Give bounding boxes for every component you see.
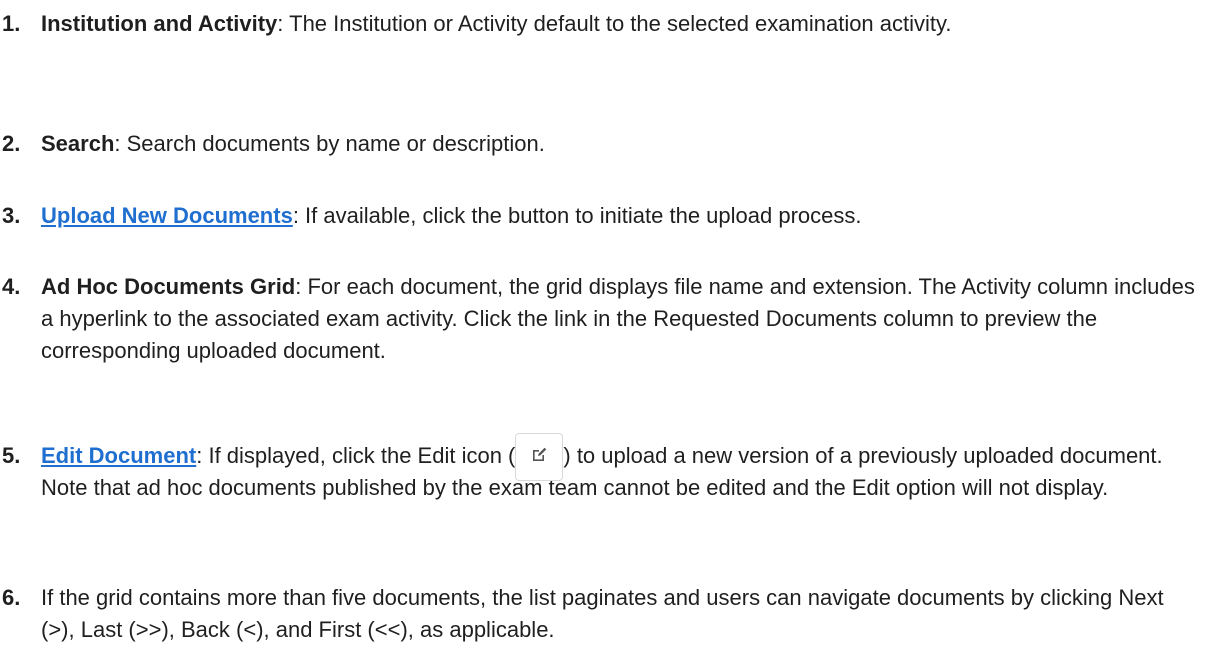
item-text: Edit Document: If displayed, click the E… (41, 433, 1200, 504)
list-item: 3. Upload New Documents: If available, c… (0, 200, 1200, 232)
edit-document-link[interactable]: Edit Document (41, 443, 196, 468)
item-text: Search: Search documents by name or desc… (41, 128, 1200, 160)
item-text: Upload New Documents: If available, clic… (41, 200, 1200, 232)
list-item: 5. Edit Document: If displayed, click th… (0, 433, 1200, 504)
item-description: If the grid contains more than five docu… (41, 585, 1164, 642)
item-term: Search (41, 131, 115, 156)
item-text: Institution and Activity: The Institutio… (41, 8, 1200, 40)
item-description: : If available, click the button to init… (292, 203, 862, 228)
list-item: 2. Search: Search documents by name or d… (0, 128, 1200, 160)
pencil-square-icon (533, 447, 547, 461)
item-term: Ad Hoc Documents Grid (41, 274, 296, 299)
item-description: : Search documents by name or descriptio… (114, 131, 545, 156)
item-description-before: : If displayed, click the Edit icon ( (196, 443, 516, 468)
item-number: 4. (2, 274, 21, 299)
list-item: 6. If the grid contains more than five d… (0, 582, 1200, 646)
item-number: 1. (2, 11, 21, 36)
upload-new-documents-link[interactable]: Upload New Documents (41, 203, 293, 228)
list-item: 4. Ad Hoc Documents Grid: For each docum… (0, 271, 1200, 367)
item-text: Ad Hoc Documents Grid: For each document… (41, 271, 1200, 367)
item-number: 6. (2, 585, 21, 610)
item-number: 3. (2, 203, 21, 228)
edit-icon (515, 433, 564, 481)
item-number: 2. (2, 131, 21, 156)
list-item: 1. Institution and Activity: The Institu… (0, 8, 1200, 40)
item-number: 5. (2, 443, 21, 468)
item-description: : The Institution or Activity default to… (277, 11, 952, 36)
item-text: If the grid contains more than five docu… (41, 582, 1200, 646)
item-term: Institution and Activity (41, 11, 278, 36)
